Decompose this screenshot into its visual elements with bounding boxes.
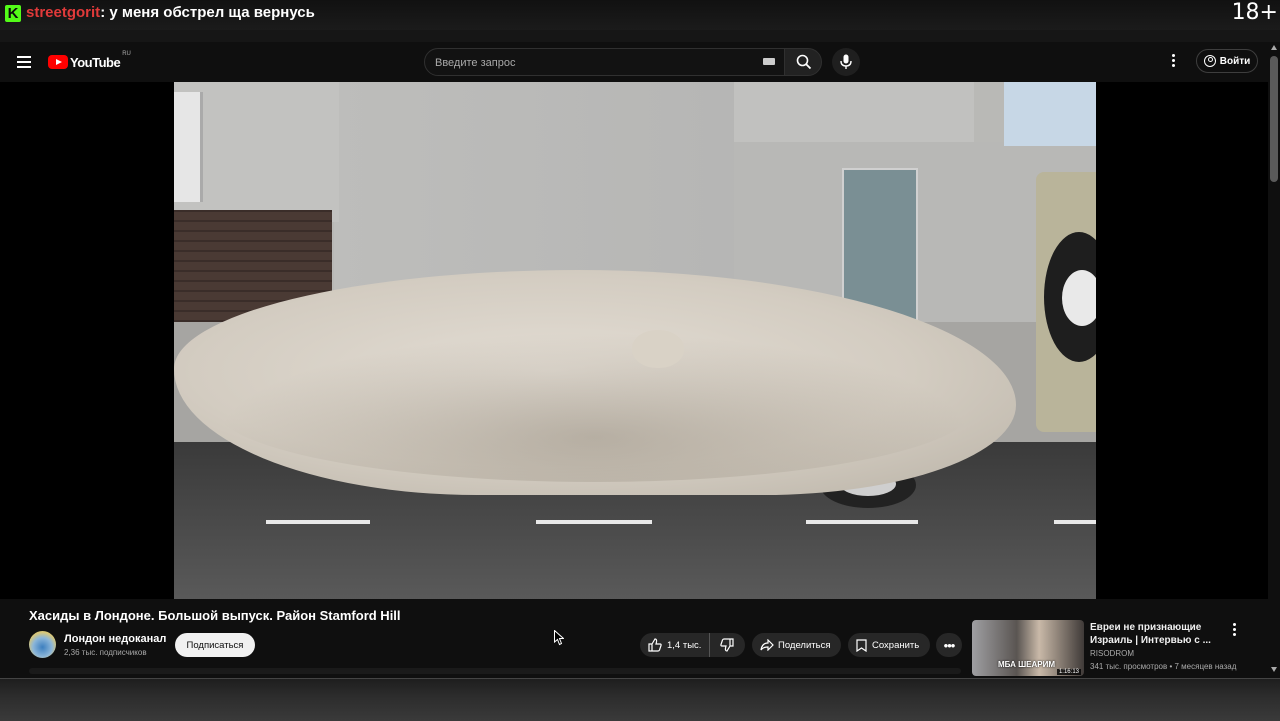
road-marking (806, 520, 918, 524)
save-label: Сохранить (872, 639, 920, 651)
share-label: Поделиться (778, 639, 831, 651)
video-frame[interactable] (174, 82, 1096, 599)
share-icon (760, 639, 774, 651)
youtube-region-code: RU (122, 51, 131, 57)
chat-message-line: streetgorit: у меня обстрел ща вернусь (26, 4, 315, 21)
channel-avatar[interactable] (29, 631, 56, 658)
recommended-video-channel[interactable]: RISODROM (1090, 649, 1134, 658)
signin-label: Войти (1219, 55, 1251, 67)
recommended-video-title[interactable]: Евреи не признающие Израиль | Интервью с… (1090, 621, 1230, 647)
save-button[interactable]: Сохранить (848, 633, 930, 657)
dislike-button[interactable] (710, 633, 744, 657)
youtube-header: YouTube RU Войти (0, 42, 1268, 82)
recommended-video-meta: 341 тыс. просмотров • 7 месяцев назад (1090, 662, 1237, 671)
search-icon (796, 54, 812, 70)
keyboard-icon[interactable] (763, 58, 775, 65)
more-dots-icon: ••• (943, 637, 956, 653)
signin-button[interactable]: Войти (1196, 49, 1258, 73)
video-duration: 1:16:13 (1056, 669, 1081, 675)
kick-logo-icon: K (5, 5, 21, 22)
video-player[interactable] (0, 82, 1268, 599)
search-box (424, 48, 786, 77)
road-marking (1054, 520, 1096, 524)
hamburger-icon[interactable] (17, 56, 31, 68)
like-dislike-group: 1,4 тыс. (640, 633, 745, 657)
channel-subscriber-count: 2,36 тыс. подписчиков (64, 648, 147, 657)
scene-roof (734, 82, 974, 142)
thumbs-down-icon (720, 638, 734, 652)
youtube-logo[interactable]: YouTube RU (48, 51, 131, 70)
description-box-edge (29, 668, 961, 674)
mic-icon (840, 54, 852, 69)
recommended-video-thumbnail[interactable]: МБА ШЕАРИМ 1:16:13 (972, 620, 1084, 676)
scene-cover-shadow (214, 332, 974, 482)
overlay-separator (0, 30, 1280, 42)
youtube-logo-text: YouTube (70, 54, 121, 70)
channel-name[interactable]: Лондон недоканал (64, 633, 166, 645)
chat-username: streetgorit (26, 4, 101, 21)
bookmark-icon (856, 638, 867, 652)
youtube-play-icon (48, 55, 68, 69)
more-actions-button[interactable]: ••• (936, 633, 962, 657)
scene-tyre-hub (1062, 270, 1096, 326)
video-title: Хасиды в Лондоне. Большой выпуск. Район … (29, 608, 401, 623)
subscribe-button[interactable]: Подписаться (175, 633, 255, 657)
recommended-video-menu-icon[interactable] (1233, 623, 1236, 638)
scene-sky (1004, 82, 1096, 146)
chat-message-text: у меня обстрел ща вернусь (105, 4, 315, 21)
scroll-up-arrow-icon[interactable] (1271, 45, 1277, 50)
thumbnail-caption: МБА ШЕАРИМ (998, 660, 1056, 669)
page-scrollbar[interactable] (1268, 42, 1280, 678)
stream-chat-overlay: K streetgorit: у меня обстрел ща вернусь… (0, 0, 1280, 31)
road-marking (266, 520, 370, 524)
mouse-cursor-icon (554, 630, 564, 646)
search-input[interactable] (433, 49, 757, 77)
user-icon (1203, 55, 1216, 67)
search-button[interactable] (784, 48, 822, 76)
stream-bottom-overlay (0, 678, 1280, 721)
scene-mirror-bump (632, 330, 684, 368)
age-rating-badge: 18+ (1231, 0, 1278, 25)
road-marking (536, 520, 652, 524)
scene-window (174, 92, 203, 202)
scroll-thumb[interactable] (1270, 56, 1278, 182)
voice-search-button[interactable] (832, 48, 860, 76)
like-button[interactable]: 1,4 тыс. (640, 633, 710, 657)
scroll-down-arrow-icon[interactable] (1271, 667, 1277, 672)
share-button[interactable]: Поделиться (752, 633, 841, 657)
settings-kebab-icon[interactable] (1172, 54, 1176, 70)
thumbs-up-icon (648, 638, 662, 652)
like-count: 1,4 тыс. (667, 639, 702, 651)
